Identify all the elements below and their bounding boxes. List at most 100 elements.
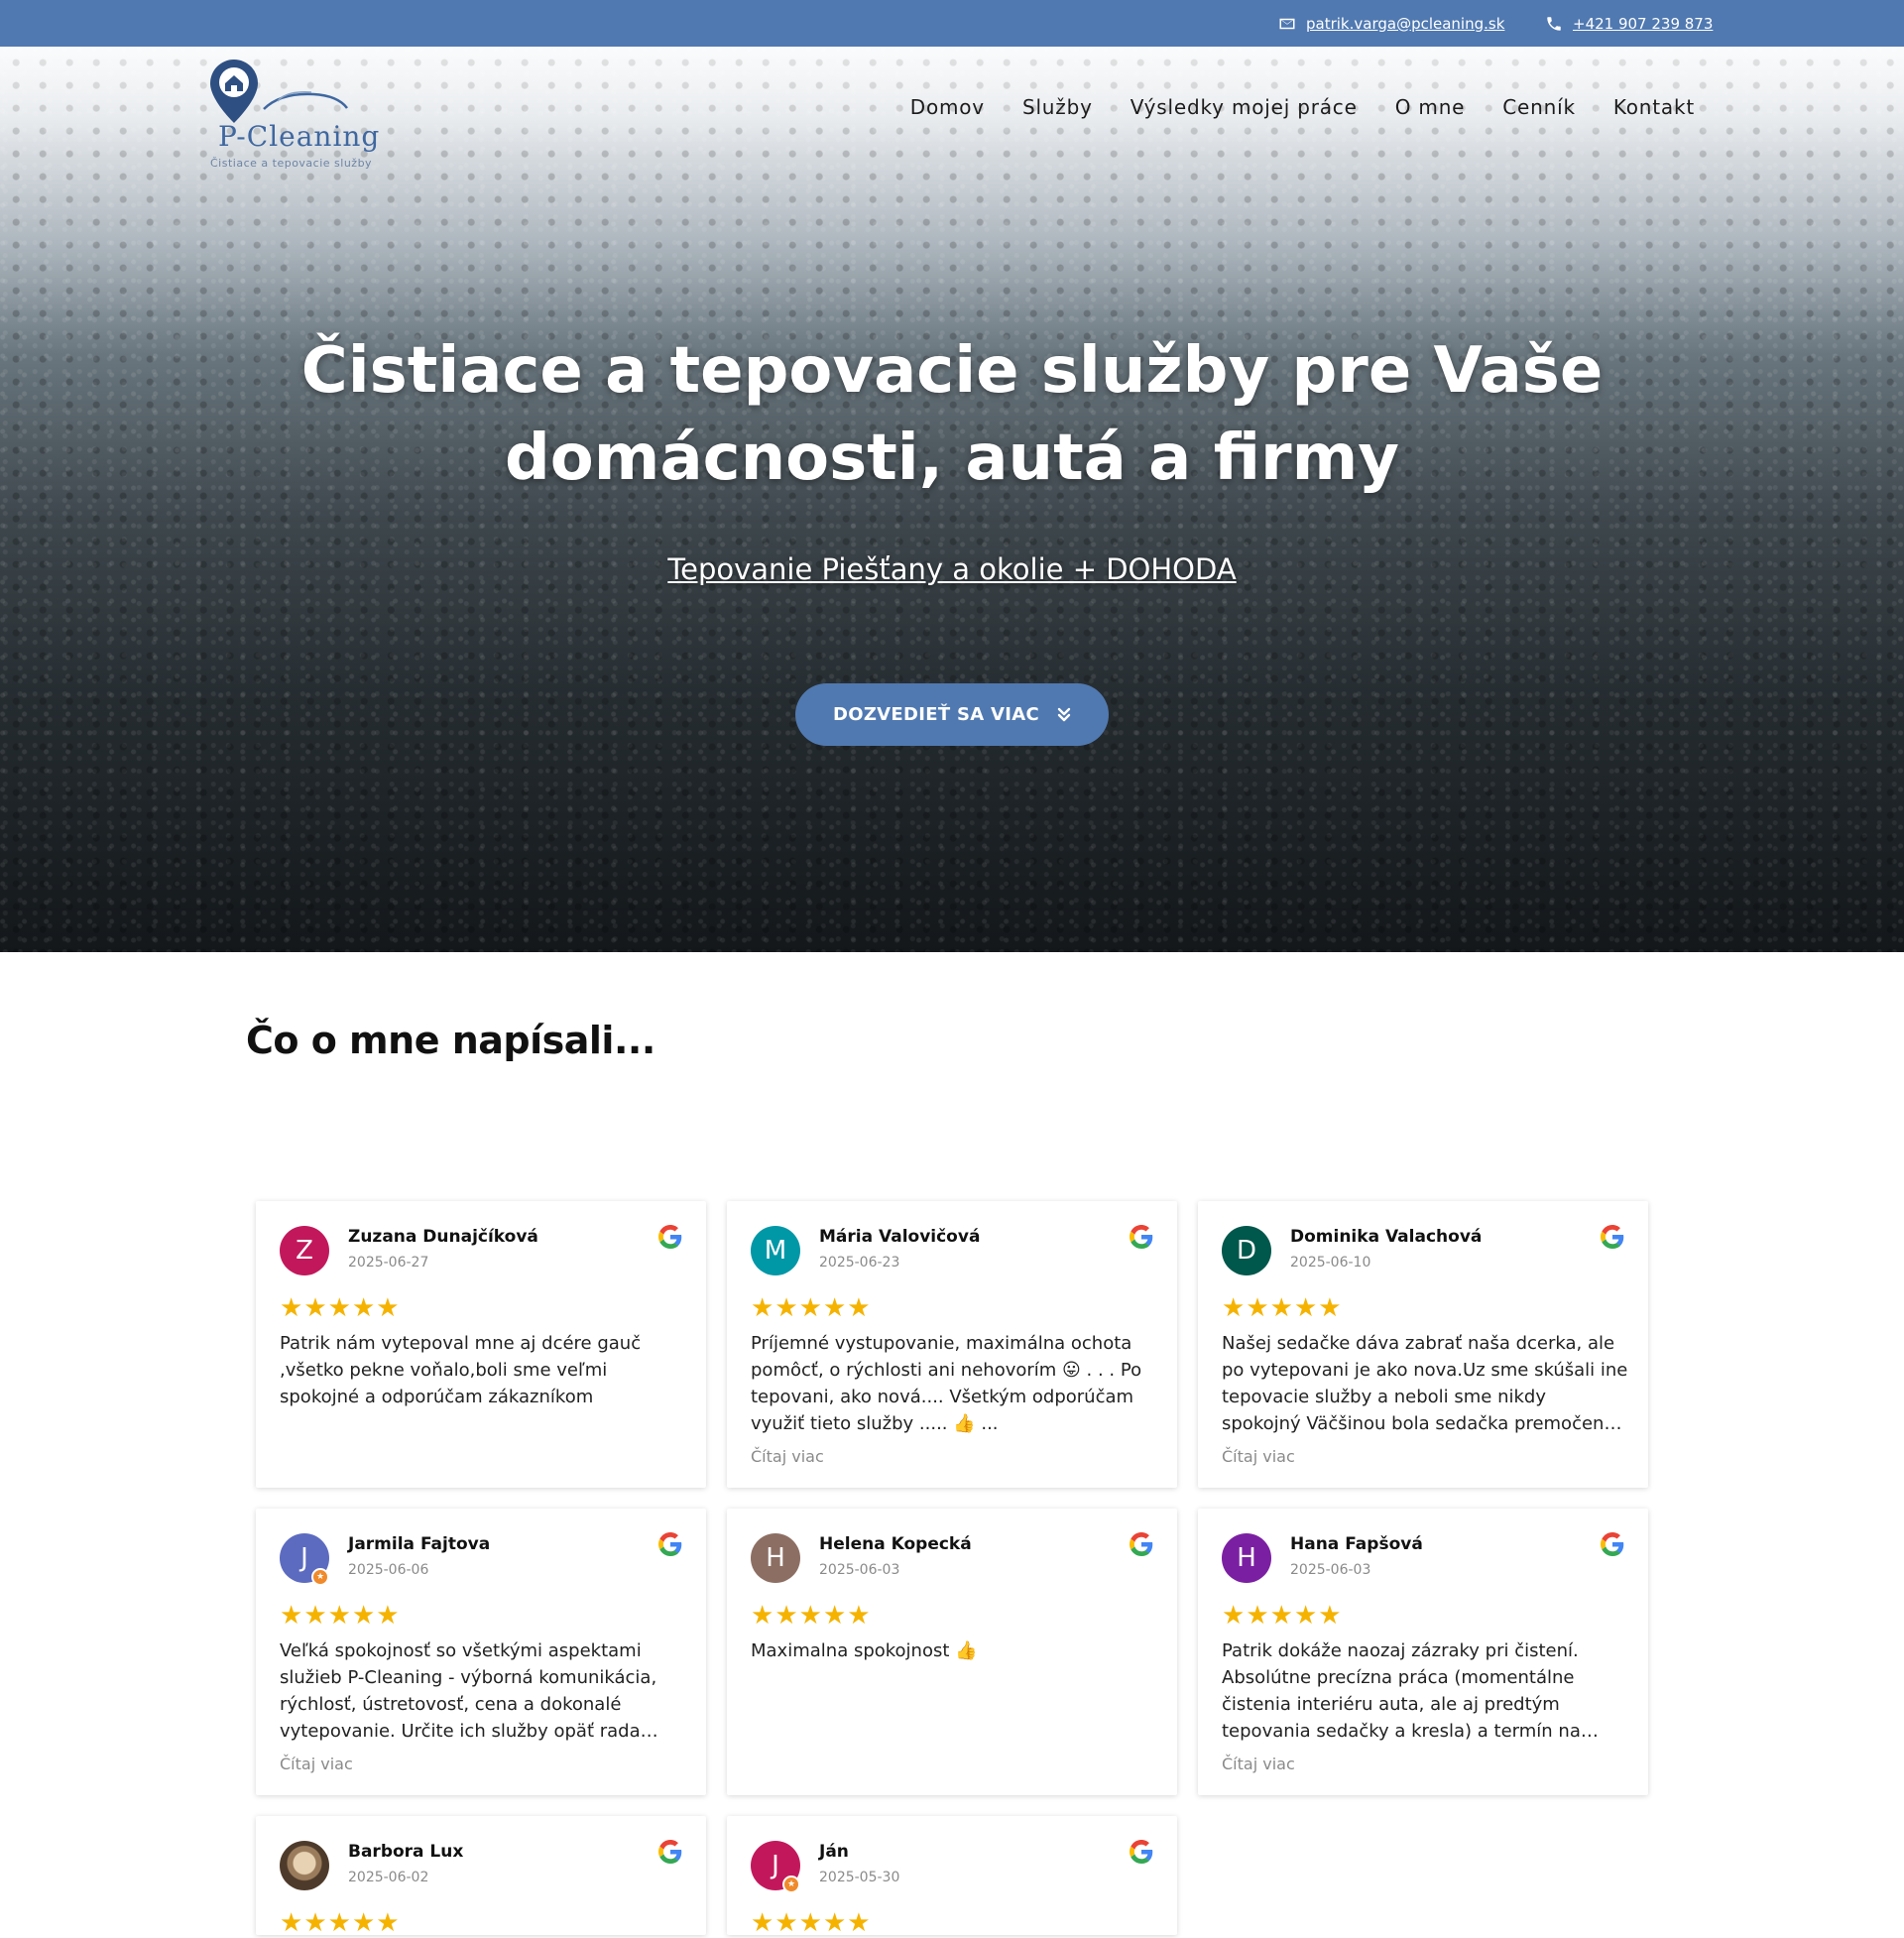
phone-link[interactable]: +421 907 239 873 [1545,0,1713,47]
star-icon: ★ [1222,1293,1246,1323]
main-nav: Domov Služby Výsledky mojej práce O mne … [910,95,1695,119]
star-icon: ★ [1318,1601,1342,1631]
star-icon: ★ [280,1293,303,1323]
star-icon: ★ [1222,1601,1246,1631]
google-icon [1130,1840,1153,1864]
reviewer-name: Jarmila Fajtova [348,1534,491,1554]
star-icon: ★ [1269,1601,1293,1631]
google-icon [1130,1225,1153,1249]
logo-tagline: Čistiace a tepovacie služby [210,157,373,170]
logo[interactable]: P-Cleaning Čistiace a tepovacie služby [208,58,387,170]
avatar: H [1222,1533,1271,1583]
learn-more-button[interactable]: DOZVEDIEŤ SA VIAC [795,683,1109,746]
star-icon: ★ [822,1601,847,1631]
star-icon: ★ [1293,1293,1318,1323]
review-date: 2025-06-23 [819,1255,900,1271]
review-text: Patrik dokáže naozaj zázraky pri čistení… [1222,1640,1581,1742]
star-icon: ★ [774,1908,798,1938]
star-rating: ★ ★ ★ ★ ★ [280,1603,400,1629]
star-icon: ★ [847,1601,871,1631]
review-date: 2025-06-03 [1290,1562,1371,1578]
star-icon: ★ [751,1601,774,1631]
star-icon: ★ [774,1293,798,1323]
nav-item-sluzby[interactable]: Služby [1022,95,1093,119]
reviewer-name: Helena Kopecká [819,1534,972,1554]
hero-subtitle-wrap: Tepovanie Piešťany a okolie + DOHODA [0,552,1904,586]
star-icon: ★ [351,1908,376,1938]
review-text: Príjemné vystupovanie, maximálna ochota … [751,1333,1142,1434]
reviews-heading: Čo o mne napísali... [246,1019,655,1062]
read-more-link[interactable]: Čítaj viac [1222,1447,1295,1466]
star-icon: ★ [1246,1601,1269,1631]
review-card: D Dominika Valachová 2025-06-10 ★ ★ ★ ★ ★ Našej … [1198,1201,1648,1488]
review-card: Barbora Lux 2025-06-02 ★ ★ ★ ★ ★ [256,1816,706,1938]
google-icon [1601,1532,1624,1556]
nav-item-vysledky[interactable]: Výsledky mojej práce [1130,95,1358,119]
review-card: H Hana Fapšová 2025-06-03 ★ ★ ★ ★ ★ Patrik dokáž… [1198,1509,1648,1795]
star-icon: ★ [303,1908,327,1938]
star-rating: ★ ★ ★ ★ ★ [1222,1295,1342,1321]
review-date: 2025-06-03 [819,1562,900,1578]
star-icon: ★ [376,1601,400,1631]
review-date: 2025-06-10 [1290,1255,1371,1271]
star-rating: ★ ★ ★ ★ ★ [751,1295,871,1321]
hero-subtitle-link[interactable]: Tepovanie Piešťany a okolie + DOHODA [667,552,1236,586]
star-icon: ★ [351,1601,376,1631]
reviewer-name: Dominika Valachová [1290,1227,1483,1247]
double-chevron-down-icon [1057,707,1071,721]
star-icon: ★ [303,1293,327,1323]
google-icon [658,1840,682,1864]
star-icon: ★ [327,1908,351,1938]
review-date: 2025-06-06 [348,1562,429,1578]
review-card: Z Zuzana Dunajčíková 2025-06-27 ★ ★ ★ ★ ★ Patrik… [256,1201,706,1488]
star-rating: ★ ★ ★ ★ ★ [280,1295,400,1321]
avatar: D [1222,1226,1271,1275]
avatar: Z [280,1226,329,1275]
review-card: M Mária Valovičová 2025-06-23 ★ ★ ★ ★ ★ Príjemné… [727,1201,1177,1488]
star-icon: ★ [751,1908,774,1938]
review-text: Patrik nám vytepoval mne aj dcére gauč ,… [280,1333,642,1407]
reviewer-name: Barbora Lux [348,1842,464,1862]
top-contact-bar: patrik.varga@pcleaning.sk +421 907 239 8… [0,0,1904,47]
read-more-link[interactable]: Čítaj viac [1222,1755,1295,1773]
star-icon: ★ [822,1908,847,1938]
review-card: H Helena Kopecká 2025-06-03 ★ ★ ★ ★ ★ Maximalna … [727,1509,1177,1795]
google-icon [658,1532,682,1556]
location-pin-house-icon [210,60,348,123]
email-text: patrik.varga@pcleaning.sk [1306,14,1505,33]
star-icon: ★ [280,1908,303,1938]
review-card: J ★ Jarmila Fajtova 2025-06-06 ★ ★ ★ ★ ★ Veľká sp… [256,1509,706,1795]
reviewer-name: Hana Fapšová [1290,1534,1423,1554]
nav-item-domov[interactable]: Domov [910,95,985,119]
star-icon: ★ [1269,1293,1293,1323]
read-more-link[interactable]: Čítaj viac [280,1755,353,1773]
local-guide-star-icon: ★ [311,1568,329,1586]
nav-item-kontakt[interactable]: Kontakt [1613,95,1695,119]
star-icon: ★ [303,1601,327,1631]
reviewer-name: Zuzana Dunajčíková [348,1227,538,1247]
nav-item-cennik[interactable]: Cenník [1502,95,1576,119]
star-icon: ★ [847,1293,871,1323]
star-icon: ★ [751,1293,774,1323]
learn-more-label: DOZVEDIEŤ SA VIAC [832,704,1040,725]
review-text: Veľká spokojnosť so všetkými aspektami s… [280,1640,657,1742]
star-icon: ★ [351,1293,376,1323]
star-rating: ★ ★ ★ ★ ★ [751,1910,871,1936]
star-icon: ★ [1246,1293,1269,1323]
star-icon: ★ [798,1293,822,1323]
star-icon: ★ [1318,1293,1342,1323]
reviewer-name: Ján [819,1842,849,1862]
nav-item-o-mne[interactable]: O mne [1395,95,1466,119]
envelope-icon [1279,18,1295,29]
phone-text: +421 907 239 873 [1573,14,1714,33]
star-icon: ★ [847,1908,871,1938]
review-date: 2025-06-27 [348,1255,429,1271]
google-icon [1130,1532,1153,1556]
star-icon: ★ [1293,1601,1318,1631]
email-link[interactable]: patrik.varga@pcleaning.sk [1278,0,1504,47]
review-text: Našej sedačke dáva zabrať naša dcerka, a… [1222,1333,1628,1434]
review-date: 2025-05-30 [819,1870,900,1885]
review-text: Maximalna spokojnost 👍 [751,1640,978,1661]
local-guide-star-icon: ★ [782,1876,800,1893]
read-more-link[interactable]: Čítaj viac [751,1447,824,1466]
